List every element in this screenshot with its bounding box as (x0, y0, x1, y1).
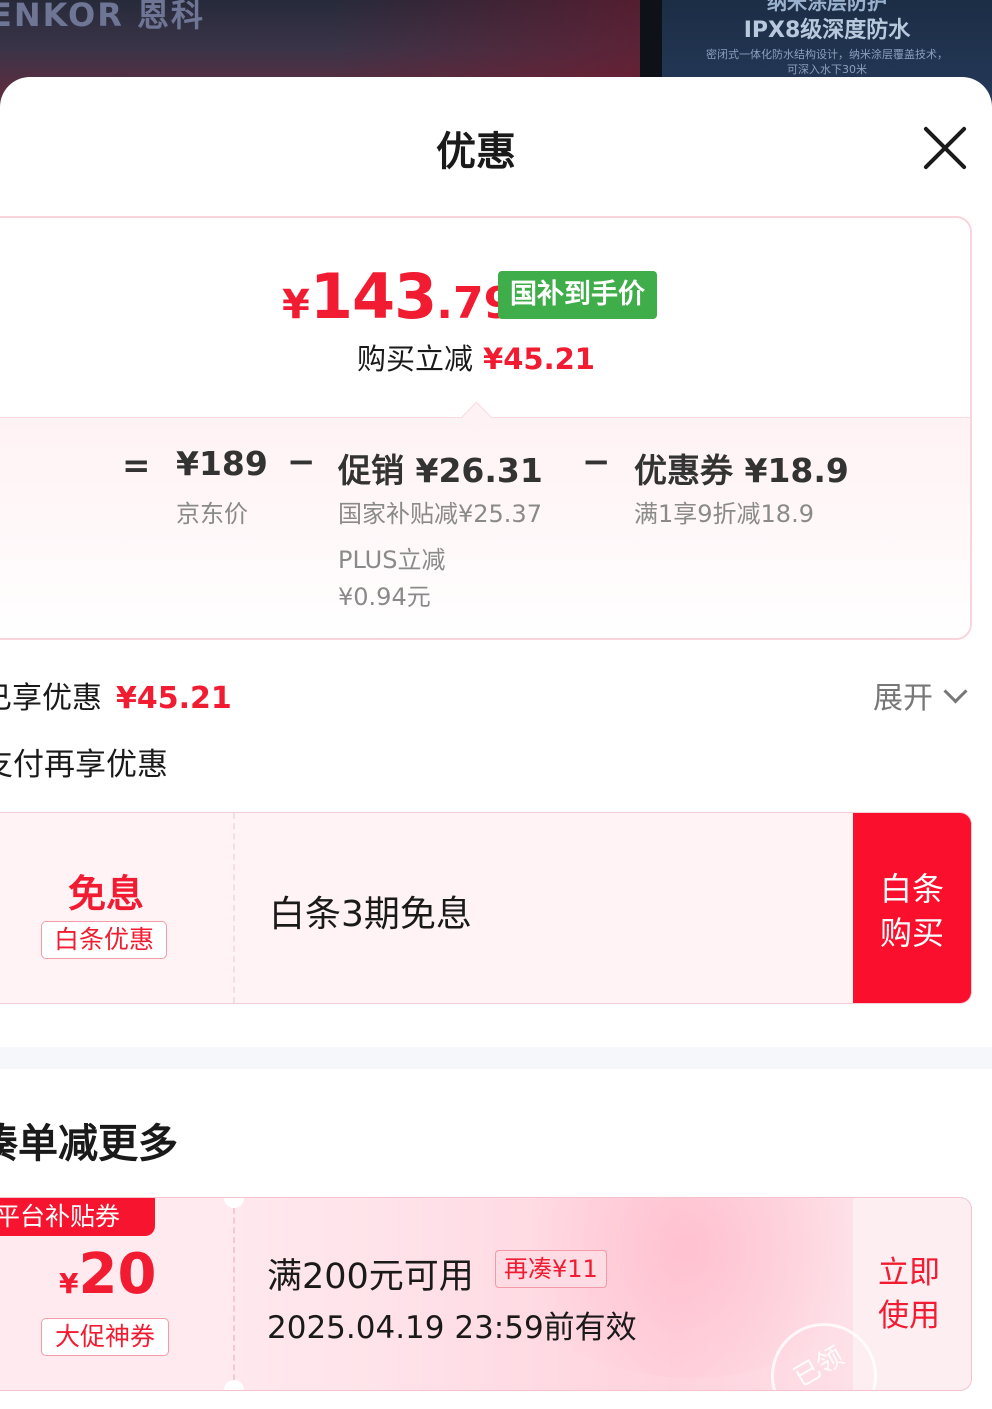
base-price-label: 京东价 (176, 500, 248, 528)
promo-amount: 促销 ¥26.31 (338, 451, 543, 490)
section-gap (0, 1047, 992, 1069)
card-divider (233, 813, 235, 1003)
use-coupon-line2: 使用 (878, 1298, 940, 1334)
base-price: ¥189 (176, 444, 268, 483)
minus-sign: − (287, 442, 316, 482)
chevron-down-icon (943, 679, 968, 704)
final-price: ¥143.79 (282, 260, 514, 333)
minus-sign: − (582, 442, 611, 482)
banner-brand-text: ENKOR 恩科 (0, 0, 205, 34)
final-price-symbol: ¥ (282, 282, 310, 328)
banner-feature-line2: IPX8级深度防水 (743, 18, 911, 43)
discount-sheet: 优惠 ¥143.79 国补到手价 购买立减 ¥45.21 = ¥189 京东价 −… (0, 77, 992, 1409)
promo-plus-label: PLUS立减 (338, 546, 446, 574)
promo-plus-amount: ¥0.94元 (338, 583, 431, 611)
enjoyed-discount-amount: ¥45.21 (116, 681, 232, 716)
final-price-tag: 国补到手价 (498, 271, 657, 319)
coupon-notch (224, 1380, 244, 1390)
coupon-card: 平台补贴券 ¥20 大促神券 满200元可用 再凑¥11 2025.04.19 … (0, 1197, 972, 1391)
promo-subsidy: 国家补贴减¥25.37 (338, 500, 542, 528)
instant-discount-amount: ¥45.21 (483, 342, 595, 376)
banner-feature-desc: 密闭式一体化防水结构设计，纳米涂层覆盖技术，可深入水下30米 (706, 48, 948, 76)
pay-more-heading: 支付再享优惠 (0, 747, 168, 783)
coupon-amount: 20 (78, 1242, 157, 1307)
coupon-rule: 满1享9折减18.9 (634, 500, 814, 528)
price-breakdown-card: ¥143.79 国补到手价 购买立减 ¥45.21 = ¥189 京东价 − 促销… (0, 216, 972, 640)
coupon-value: ¥20 (59, 1242, 156, 1307)
coupon-extra-needed: 再凑¥11 (495, 1250, 607, 1288)
baitiao-buy-line2: 购买 (879, 914, 944, 952)
enjoyed-discount-label: 已享优惠 (0, 681, 102, 716)
coupon-amount: 优惠券 ¥18.9 (634, 451, 849, 490)
baitiao-description: 白条3期免息 (269, 894, 472, 935)
coupon-ribbon: 平台补贴券 (0, 1198, 155, 1236)
close-icon[interactable] (918, 121, 972, 175)
final-price-integer: 143 (309, 260, 437, 333)
coupon-symbol: ¥ (59, 1267, 79, 1300)
baitiao-buy-line1: 白条 (879, 870, 944, 908)
use-coupon-button[interactable]: 立即 使用 (869, 1252, 949, 1338)
sheet-title: 优惠 (436, 129, 516, 175)
baitiao-interest-free: 免息 (67, 872, 144, 916)
use-coupon-line1: 立即 (878, 1255, 940, 1291)
baitiao-buy-button[interactable]: 白条 购买 (853, 813, 971, 1003)
baitiao-badge: 白条优惠 (41, 921, 167, 959)
baitiao-offer-card: 免息 白条优惠 白条3期免息 白条 购买 (0, 812, 972, 1004)
coupon-badge: 大促神券 (41, 1318, 169, 1356)
instant-discount: 购买立减 ¥45.21 (0, 336, 970, 378)
equals-sign: = (122, 446, 151, 486)
enjoyed-discount: 已享优惠 ¥45.21 (0, 673, 232, 717)
coupon-divider (233, 1198, 235, 1390)
coupon-condition: 满200元可用 (267, 1257, 474, 1297)
expand-button[interactable]: 展开 (873, 673, 968, 717)
expand-label: 展开 (873, 681, 933, 716)
more-discounts-title: 凑单减更多 (0, 1121, 178, 1167)
coupon-validity: 2025.04.19 23:59前有效 (267, 1310, 637, 1346)
instant-discount-label: 购买立减 (357, 342, 474, 376)
